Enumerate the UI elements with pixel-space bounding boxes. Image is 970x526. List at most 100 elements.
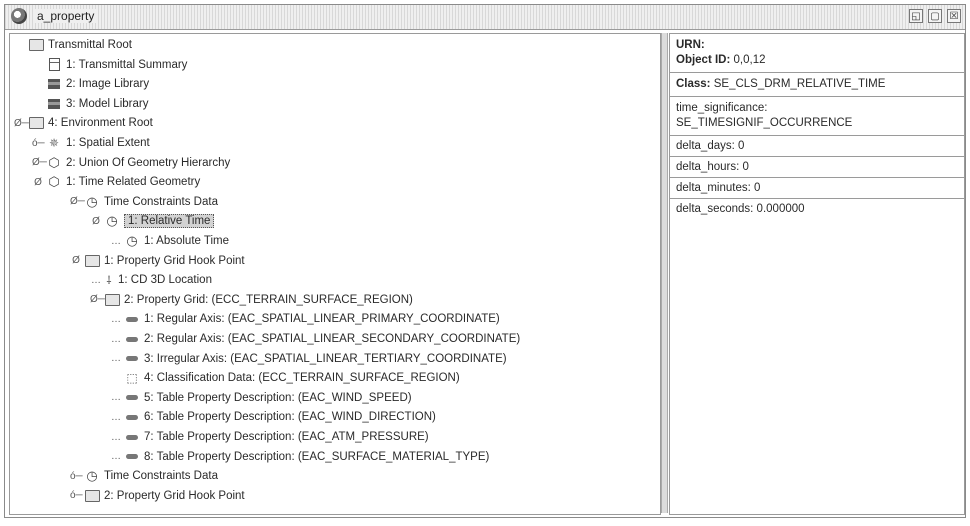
- tree-node-label[interactable]: 1: Absolute Time: [144, 235, 229, 247]
- tree-node[interactable]: … 7: Table Property Description: (EAC_ATM…: [110, 428, 429, 446]
- tree-node-label[interactable]: 2: Union Of Geometry Hierarchy: [66, 157, 230, 169]
- tree-node[interactable]: Ø─ ⬡ 2: Union Of Geometry Hierarchy: [32, 154, 230, 172]
- expand-toggle-icon[interactable]: Ø─: [32, 157, 47, 168]
- maximize-button[interactable]: ▢: [928, 9, 942, 23]
- pane-splitter[interactable]: [661, 33, 668, 513]
- tree-node[interactable]: Ø ◷ 1: Relative Time: [90, 212, 215, 230]
- tree-node[interactable]: 3: Model Library: [32, 95, 148, 113]
- expand-toggle-icon[interactable]: Ø: [90, 216, 102, 227]
- expand-toggle-icon[interactable]: …: [110, 353, 122, 364]
- pill-icon: [124, 391, 140, 405]
- expand-toggle-icon[interactable]: Ø─: [14, 118, 29, 129]
- expand-toggle-icon[interactable]: …: [110, 314, 122, 325]
- tree-node[interactable]: … ⸸ 1: CD 3D Location: [90, 271, 212, 289]
- tree-node-label[interactable]: 4: Classification Data: (ECC_TERRAIN_SUR…: [144, 372, 460, 384]
- expand-toggle-icon[interactable]: …: [90, 275, 102, 286]
- tree-node-label[interactable]: 2: Property Grid: (ECC_TERRAIN_SURFACE_R…: [124, 294, 413, 306]
- pill-icon: [124, 410, 140, 424]
- delta-minutes-field: delta_minutes: 0: [670, 178, 964, 199]
- expand-toggle-icon[interactable]: …: [110, 236, 122, 247]
- title-bar[interactable]: a_property ◱ ▢ ☒: [5, 5, 965, 30]
- tree-node-label[interactable]: 1: Time Related Geometry: [66, 176, 200, 188]
- tree-node-label[interactable]: 5: Table Property Description: (EAC_WIND…: [144, 392, 412, 404]
- tree-node-label[interactable]: 1: Property Grid Hook Point: [104, 255, 245, 267]
- identity-block: URN: Object ID: 0,0,12: [670, 34, 964, 73]
- tree-node-label[interactable]: 3: Irregular Axis: (EAC_SPATIAL_LINEAR_T…: [144, 353, 507, 365]
- tree-node-label[interactable]: 1: Spatial Extent: [66, 137, 150, 149]
- pill-icon: [124, 312, 140, 326]
- tree-node[interactable]: 2: Image Library: [32, 75, 149, 93]
- folder-icon: [104, 293, 120, 307]
- cube-icon: ⬡: [48, 174, 60, 190]
- expand-toggle-icon[interactable]: Ø: [32, 177, 44, 188]
- expand-toggle-icon[interactable]: Ø: [70, 255, 82, 266]
- folder-icon: [28, 116, 44, 130]
- expand-toggle-icon[interactable]: …: [110, 451, 122, 462]
- tree-node[interactable]: … ◷ 1: Absolute Time: [110, 232, 229, 250]
- expand-toggle-icon[interactable]: …: [110, 432, 122, 443]
- object-tree[interactable]: Transmittal Root 1: Transmittal Summary 2:…: [9, 33, 661, 515]
- expand-toggle-icon[interactable]: ó─: [32, 138, 45, 149]
- tree-node[interactable]: … 5: Table Property Description: (EAC_WIN…: [110, 389, 412, 407]
- tree-node-label[interactable]: Transmittal Root: [48, 39, 132, 51]
- tree-node[interactable]: ó─ ✵ 1: Spatial Extent: [32, 134, 150, 152]
- tree-node-label[interactable]: 7: Table Property Description: (EAC_ATM_…: [144, 431, 429, 443]
- lib-icon: [46, 97, 62, 111]
- tree-node[interactable]: Ø─ ◷ Time Constraints Data: [70, 193, 218, 211]
- class-label: Class:: [676, 78, 711, 90]
- tree-node[interactable]: … 6: Table Property Description: (EAC_WIN…: [110, 408, 436, 426]
- delta-seconds-field: delta_seconds: 0.000000: [676, 203, 805, 215]
- expand-toggle-icon[interactable]: …: [110, 392, 122, 403]
- tree-node-label[interactable]: 1: Relative Time: [124, 214, 215, 229]
- tree-node[interactable]: Ø─ 4: Environment Root: [14, 114, 153, 132]
- tree-node-label[interactable]: 2: Regular Axis: (EAC_SPATIAL_LINEAR_SEC…: [144, 333, 520, 345]
- tree-node-label[interactable]: 4: Environment Root: [48, 117, 153, 129]
- tree-node[interactable]: … 8: Table Property Description: (EAC_SUR…: [110, 448, 489, 466]
- tree-node-label[interactable]: Time Constraints Data: [104, 470, 218, 482]
- tree-node[interactable]: Ø ⬡ 1: Time Related Geometry: [32, 173, 200, 191]
- clock-icon: ◷: [86, 193, 98, 209]
- tree-node-label[interactable]: 2: Image Library: [66, 78, 149, 90]
- tree-node[interactable]: ⬚ 4: Classification Data: (ECC_TERRAIN_SU…: [110, 369, 460, 387]
- tree-node-label[interactable]: 6: Table Property Description: (EAC_WIND…: [144, 411, 436, 423]
- tree-node[interactable]: Ø 1: Property Grid Hook Point: [70, 252, 245, 270]
- tree-node[interactable]: … 3: Irregular Axis: (EAC_SPATIAL_LINEAR_…: [110, 350, 507, 368]
- folder-icon: [84, 489, 100, 503]
- lib-icon: [46, 77, 62, 91]
- pill-icon: [124, 430, 140, 444]
- expand-toggle-icon[interactable]: Ø─: [70, 196, 85, 207]
- tree-node[interactable]: 1: Transmittal Summary: [32, 56, 187, 74]
- expand-toggle-icon[interactable]: …: [110, 334, 122, 345]
- folder-icon: [28, 38, 44, 52]
- expand-toggle-icon[interactable]: …: [110, 412, 122, 423]
- delta-days-field: delta_days: 0: [670, 136, 964, 157]
- object-id-value: 0,0,12: [733, 54, 766, 66]
- tree-node[interactable]: … 1: Regular Axis: (EAC_SPATIAL_LINEAR_PR…: [110, 310, 500, 328]
- app-icon: [11, 8, 27, 24]
- pill-icon: [124, 450, 140, 464]
- window-controls: ◱ ▢ ☒: [909, 9, 961, 23]
- doc-icon: [46, 58, 62, 72]
- tree-node-label[interactable]: 1: Transmittal Summary: [66, 59, 187, 71]
- tree-node[interactable]: ó─ ◷ Time Constraints Data: [70, 467, 218, 485]
- tree-node[interactable]: Ø─ 2: Property Grid: (ECC_TERRAIN_SURFACE…: [90, 291, 413, 309]
- properties-panel: URN: Object ID: 0,0,12 Class: SE_CLS_DRM…: [669, 33, 965, 515]
- expand-toggle-icon[interactable]: ó─: [70, 490, 83, 501]
- tree-node-label[interactable]: 2: Property Grid Hook Point: [104, 490, 245, 502]
- tree-node[interactable]: ó─ 2: Property Grid Hook Point: [70, 487, 245, 505]
- tree-node[interactable]: Transmittal Root: [14, 36, 132, 54]
- expand-toggle-icon[interactable]: Ø─: [90, 294, 105, 305]
- expand-toggle-icon[interactable]: ó─: [70, 471, 83, 482]
- tree-node[interactable]: … 2: Regular Axis: (EAC_SPATIAL_LINEAR_SE…: [110, 330, 520, 348]
- minimize-button[interactable]: ◱: [909, 9, 923, 23]
- tree-node-label[interactable]: 3: Model Library: [66, 98, 148, 110]
- clock-icon: ◷: [86, 468, 98, 484]
- class-field: Class: SE_CLS_DRM_RELATIVE_TIME: [670, 73, 964, 97]
- window-title: a_property: [33, 9, 99, 23]
- tree-node-label[interactable]: 1: Regular Axis: (EAC_SPATIAL_LINEAR_PRI…: [144, 313, 500, 325]
- tree-node-label[interactable]: 8: Table Property Description: (EAC_SURF…: [144, 451, 489, 463]
- close-button[interactable]: ☒: [947, 9, 961, 23]
- tree-node-label[interactable]: Time Constraints Data: [104, 196, 218, 208]
- loc-icon: ⸸: [106, 274, 112, 287]
- tree-node-label[interactable]: 1: CD 3D Location: [118, 274, 212, 286]
